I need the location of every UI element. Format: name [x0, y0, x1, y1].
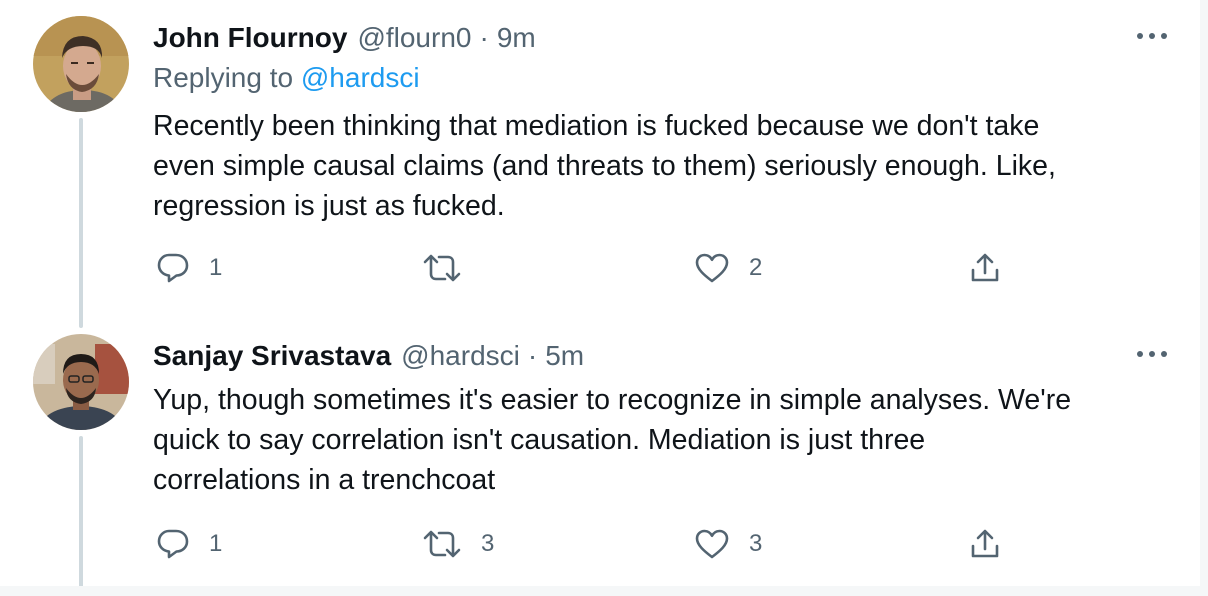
author-display-name[interactable]: John Flournoy	[153, 22, 347, 54]
like-button[interactable]: 3	[695, 524, 762, 564]
tweet-timestamp[interactable]: 9m	[497, 22, 536, 54]
tweet-text-line: correlations in a trenchcoat	[153, 464, 496, 496]
replying-to-label: Replying to	[153, 62, 294, 93]
share-button[interactable]	[969, 524, 1001, 564]
more-horizontal-icon	[1137, 33, 1167, 39]
bottom-divider	[0, 586, 1200, 596]
reply-count: 1	[209, 530, 223, 557]
tweet-header: Sanjay Srivastava @hardsci · 5m	[153, 336, 584, 376]
tweet-text-line: regression is just as fucked.	[153, 190, 505, 222]
reply-button[interactable]: 1	[157, 524, 222, 564]
like-count: 2	[749, 254, 763, 281]
tweet-action-bar: 1 3 3	[153, 524, 1013, 564]
author-handle[interactable]: @hardsci	[401, 340, 520, 372]
tweet-text-line: Recently been thinking that mediation is…	[153, 110, 1040, 142]
tweet-john-flournoy[interactable]: John Flournoy @flourn0 · 9m Replying to …	[0, 0, 1200, 318]
reply-button[interactable]: 1	[157, 248, 222, 288]
like-count: 3	[749, 530, 763, 557]
conversation-thread: John Flournoy @flourn0 · 9m Replying to …	[0, 0, 1208, 596]
separator-dot: ·	[479, 22, 489, 53]
share-icon	[971, 253, 999, 282]
separator-dot: ·	[527, 340, 538, 371]
reply-icon	[157, 253, 189, 283]
replying-to-line: Replying to @hardsci	[153, 62, 420, 94]
author-display-name[interactable]: Sanjay Srivastava	[153, 340, 391, 372]
tweet-header: John Flournoy @flourn0 · 9m	[153, 18, 536, 58]
author-handle[interactable]: @flourn0	[357, 22, 471, 54]
tweet-text: Yup, though sometimes it's easier to rec…	[153, 380, 1163, 500]
heart-icon	[695, 529, 729, 559]
tweet-text-line: Yup, though sometimes it's easier to rec…	[153, 384, 1072, 416]
tweet-timestamp[interactable]: 5m	[545, 340, 584, 372]
reply-count: 1	[209, 254, 223, 281]
tweet-text-line: even simple causal claims (and threats t…	[153, 150, 1056, 182]
reply-icon	[157, 529, 189, 559]
retweet-icon	[423, 530, 461, 558]
avatar-sanjay-srivastava[interactable]	[33, 334, 129, 430]
share-button[interactable]	[969, 248, 1001, 288]
share-icon	[971, 529, 999, 558]
avatar-john-flournoy[interactable]	[33, 16, 129, 112]
retweet-button[interactable]	[423, 248, 481, 288]
more-options-button[interactable]	[1132, 16, 1172, 56]
more-horizontal-icon	[1137, 351, 1167, 357]
retweet-icon	[423, 254, 461, 282]
more-options-button[interactable]	[1132, 334, 1172, 374]
like-button[interactable]: 2	[695, 248, 762, 288]
tweet-text-line: quick to say correlation isn't causation…	[153, 424, 926, 456]
right-edge-strip	[1200, 0, 1208, 596]
tweet-action-bar: 1 2	[153, 248, 1013, 288]
avatar-photo-icon	[33, 16, 129, 112]
retweet-count: 3	[481, 530, 495, 557]
retweet-button[interactable]: 3	[423, 524, 494, 564]
tweet-text: Recently been thinking that mediation is…	[153, 106, 1163, 226]
tweet-sanjay-srivastava[interactable]: Sanjay Srivastava @hardsci · 5m Yup, tho…	[0, 318, 1200, 586]
replying-to-handle-link[interactable]: @hardsci	[301, 62, 420, 93]
avatar-photo-icon	[33, 334, 129, 430]
heart-icon	[695, 253, 729, 283]
